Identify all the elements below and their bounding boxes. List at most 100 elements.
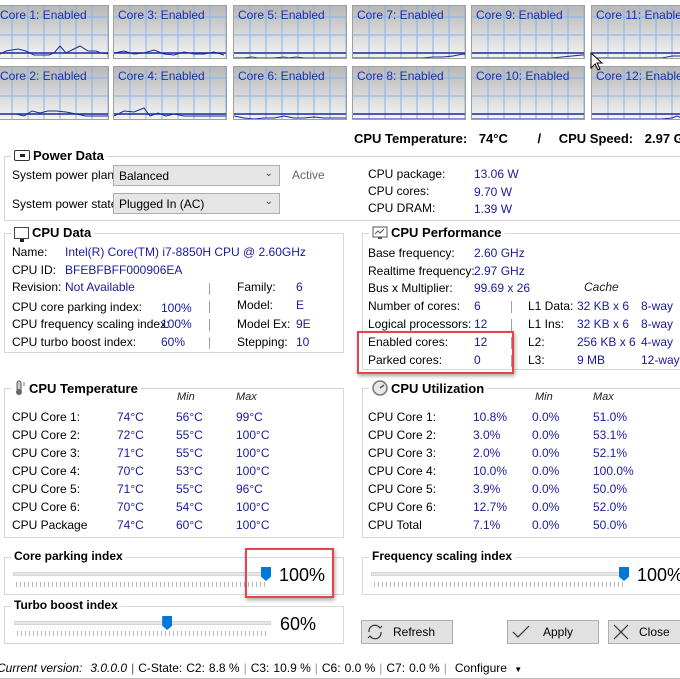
revision-label: Revision: [12,280,62,294]
close-button[interactable]: Close [608,620,680,644]
status-separator: | [379,661,383,675]
status-bar: Current version: 3.0.0.0 | C-State: C2: … [0,658,680,679]
configure-menu[interactable]: Configure ▼ [455,661,526,675]
cpu-utilization-title-text: CPU Utilization [391,380,485,396]
temp-min-header: Min [177,391,195,403]
refresh-label: Refresh [393,625,436,639]
perf-value: 99.69 x 26 [474,281,531,295]
row-label: CPU Core 3: [368,446,437,460]
freq-scaling-slider-group: Frequency scaling index [362,549,680,595]
core-graph-label: Core 11: Enabled [596,8,680,22]
turbo-boost-index-label: CPU turbo boost index: [12,335,137,349]
core-graph: Core 8: Enabled [352,66,466,120]
cache-ways: 12-way [641,353,680,367]
status-separator: | [131,661,135,675]
min-value: 56°C [176,410,203,424]
mouse-cursor-icon [590,52,604,71]
current-value: 10.8% [473,410,508,424]
max-value: 100°C [236,464,270,478]
apply-button[interactable]: Apply [507,620,599,644]
cpu-id-value: BFEBFBFF000906EA [65,263,183,277]
perf-value: 2.97 GHz [474,264,525,278]
row-label: CPU Core 3: [12,446,81,460]
util-max-header: Max [593,391,614,403]
usage-trace [592,115,680,119]
cache-ways: 8-way [641,317,674,331]
cpu-dram-power-value: 1.39 W [474,202,513,216]
core-graph-label: Core 6: Enabled [238,69,325,83]
power-plan-select[interactable]: Balanced ⌄ [113,165,280,186]
cpu-dram-power-label: CPU DRAM: [368,201,436,215]
row-label: CPU Core 1: [368,410,437,424]
revision-value: Not Available [65,280,135,294]
min-value: 0.0% [532,446,560,460]
min-value: 0.0% [532,428,560,442]
model-value: E [296,298,305,312]
dropdown-arrow-icon: ▼ [514,665,523,674]
min-value: 55°C [176,446,203,460]
current-value: 3.9% [473,482,501,496]
max-value: 100°C [236,428,270,442]
core-graph-label: Core 10: Enabled [476,69,570,83]
version-label: Current version: [0,661,83,675]
row-label: CPU Core 5: [12,482,81,496]
core-graph-label: Core 8: Enabled [357,69,444,83]
current-value: 74°C [117,518,144,532]
version-value: 3.0.0.0 [90,661,128,675]
row-label: CPU Package [12,518,88,532]
status-separator: | [243,661,247,675]
core-graph-label: Core 4: Enabled [118,69,205,83]
max-value: 96°C [236,482,263,496]
max-value: 100°C [236,518,270,532]
current-value: 70°C [117,464,144,478]
current-value: 10.0% [473,464,508,478]
min-value: 55°C [176,428,203,442]
max-value: 50.0% [593,518,628,532]
cpu-utilization-title: CPU Utilization [369,380,488,396]
c3-label: C3: [250,661,270,675]
freq-scaling-percent: 100% [637,565,680,585]
row-label: CPU Core 4: [368,464,437,478]
core-graph: Core 9: Enabled [471,5,585,59]
core-graph-label: Core 5: Enabled [238,8,325,22]
checkmark-icon [512,625,530,638]
power-state-select[interactable]: Plugged In (AC) ⌄ [113,193,280,214]
freq-scaling-index-value: 100% [161,317,192,331]
min-value: 60°C [176,518,203,532]
core-graph: Core 12: Enabled [591,66,680,120]
power-plug-icon [14,150,30,161]
power-plan-status: Active [292,168,325,182]
min-value: 0.0% [532,464,560,478]
power-data-title: Power Data [11,148,107,163]
highlight-box [245,548,334,598]
cache-size: 32 KB x 6 [577,317,630,331]
core-graph-label: Core 12: Enabled [596,69,680,83]
cache-size: 32 KB x 6 [577,299,630,313]
max-value: 52.0% [593,500,628,514]
core-graph-label: Core 1: Enabled [0,8,87,22]
turbo-boost-track[interactable] [14,621,271,625]
freq-scaling-track[interactable] [371,572,625,576]
core-graph: Core 5: Enabled [233,5,347,59]
current-value: 7.1% [473,518,501,532]
max-value: 51.0% [593,410,628,424]
c6-value: 0.0 % [344,661,376,675]
refresh-button[interactable]: Refresh [361,620,453,644]
cache-size: 256 KB x 6 [577,335,636,349]
turbo-boost-slider-title: Turbo boost index [11,598,121,612]
max-value: 99°C [236,410,263,424]
perf-label: Logical processors: [368,317,472,331]
perf-value: 12 [474,317,488,331]
cpu-temperature-title-text: CPU Temperature [29,380,138,396]
freq-scaling-index-label: CPU frequency scaling index: [12,317,170,331]
cache-size: 9 MB [577,353,606,367]
core-graph-label: Core 3: Enabled [118,8,205,22]
core-graph: Core 7: Enabled [352,5,466,59]
usage-trace [592,55,680,58]
family-value: 6 [296,280,303,294]
row-label: CPU Core 6: [368,500,437,514]
core-parking-track[interactable] [13,572,265,576]
chevron-down-icon: ⌄ [264,196,273,207]
c7-value: 0.0 % [409,661,440,675]
min-value: 0.0% [532,500,560,514]
